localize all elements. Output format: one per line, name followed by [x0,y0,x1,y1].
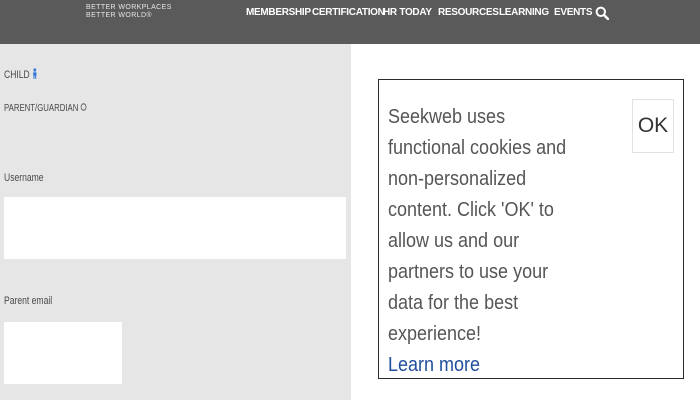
nav-item-certification[interactable]: CERTIFICATION [312,7,385,18]
cookie-message: Seekweb uses functional cookies and non-… [388,102,584,381]
parent-guardian-label: PARENT/GUARDIAN [4,103,79,114]
parent-guardian-option[interactable]: PARENT/GUARDIAN [4,103,87,114]
cookie-ok-button[interactable]: OK [632,99,674,153]
brand-tagline-line2: BETTER WORLD® [86,12,152,19]
nav-item-learning[interactable]: LEARNING [499,7,549,18]
username-label: Username [4,172,44,184]
child-option[interactable]: CHILD [4,68,38,81]
registration-form-panel: CHILD PARENT/GUARDIAN Username Parent em… [0,44,351,400]
parent-email-label: Parent email [4,295,53,307]
nav-item-events[interactable]: EVENTS [554,7,593,18]
nav-item-membership[interactable]: MEMBERSHIP [246,7,311,18]
username-input[interactable] [4,197,346,259]
nav-item-hr-today[interactable]: HR TODAY [383,7,432,18]
cookie-consent-banner: Seekweb uses functional cookies and non-… [378,79,684,379]
child-option-label: CHILD [4,69,30,81]
cookie-message-text: Seekweb uses functional cookies and non-… [388,106,567,345]
brand-tagline-line1: BETTER WORKPLACES [86,4,172,11]
search-icon[interactable] [595,6,609,20]
person-icon [33,68,37,79]
nav-item-resources[interactable]: RESOURCES [438,7,499,18]
top-navigation-bar: BETTER WORKPLACES BETTER WORLD® MEMBERSH… [0,0,700,44]
parent-email-input[interactable] [4,322,122,384]
radio-icon[interactable] [80,103,87,111]
learn-more-link[interactable]: Learn more [388,350,480,381]
brand-tagline[interactable]: BETTER WORKPLACES BETTER WORLD® [86,4,172,20]
